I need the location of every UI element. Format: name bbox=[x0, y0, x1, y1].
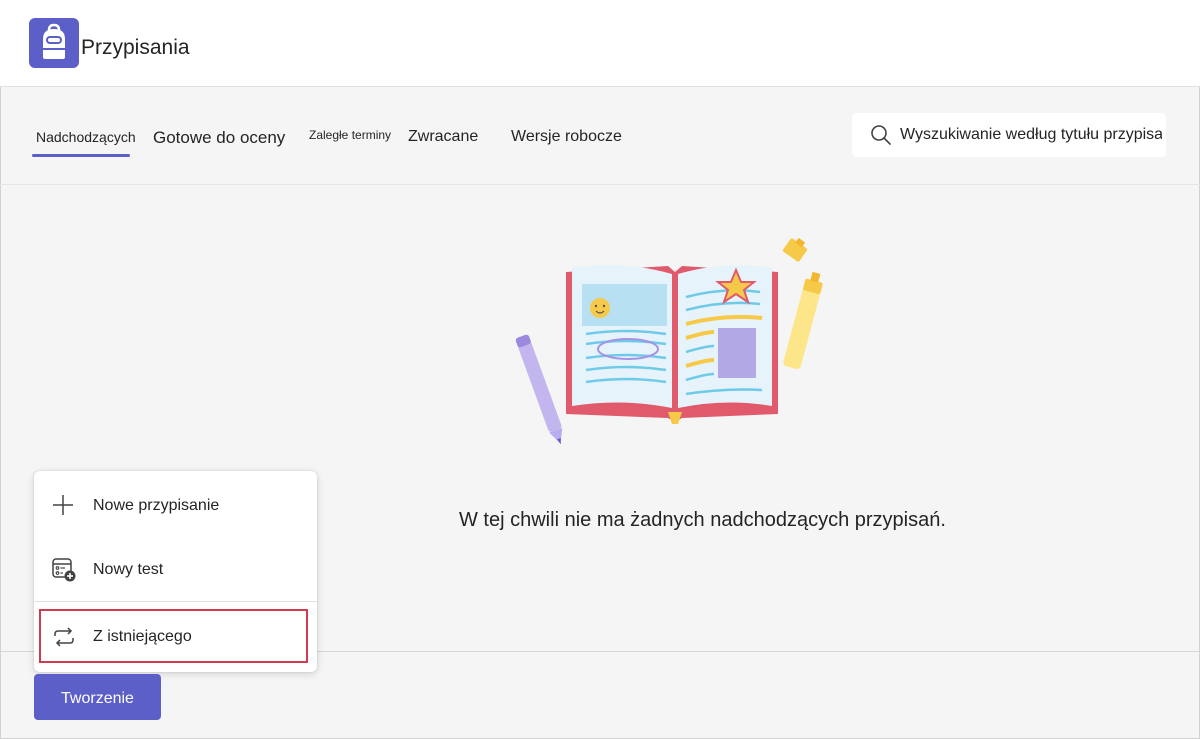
app-header: Przypisania bbox=[0, 0, 1200, 87]
tab-ready-to-grade[interactable]: Gotowe do oceny bbox=[153, 128, 285, 148]
menu-item-label: Nowe przypisanie bbox=[93, 497, 220, 514]
backpack-icon bbox=[29, 18, 79, 68]
tab-overdue[interactable]: Zaległe terminy bbox=[309, 128, 391, 142]
selected-tab-indicator bbox=[32, 154, 130, 157]
tab-drafts[interactable]: Wersje robocze bbox=[511, 128, 622, 146]
search-icon bbox=[870, 124, 892, 151]
tab-upcoming[interactable]: Nadchodzących bbox=[36, 129, 136, 145]
search-box[interactable] bbox=[852, 113, 1166, 157]
menu-item-new-quiz[interactable]: Nowy test bbox=[34, 541, 317, 597]
tab-returned[interactable]: Zwracane bbox=[408, 128, 478, 146]
empty-state-message: W tej chwili nie ma żadnych nadchodzącyc… bbox=[459, 509, 946, 531]
menu-item-label: Z istniejącego bbox=[93, 628, 192, 645]
divider bbox=[0, 184, 1200, 185]
menu-divider bbox=[34, 601, 317, 602]
plus-icon bbox=[51, 493, 75, 522]
menu-item-new-assignment[interactable]: Nowe przypisanie bbox=[34, 477, 317, 533]
create-button[interactable]: Tworzenie bbox=[34, 674, 161, 720]
reuse-icon bbox=[51, 624, 77, 655]
menu-item-from-existing[interactable]: Z istniejącego bbox=[39, 609, 308, 663]
quiz-icon bbox=[51, 557, 77, 588]
search-input[interactable] bbox=[900, 113, 1162, 157]
create-menu: Nowe przypisanie Nowy test Z istniejąceg… bbox=[34, 471, 317, 672]
menu-item-label: Nowy test bbox=[93, 561, 164, 578]
app-title: Przypisania bbox=[81, 36, 190, 59]
open-book-illustration bbox=[510, 232, 840, 462]
